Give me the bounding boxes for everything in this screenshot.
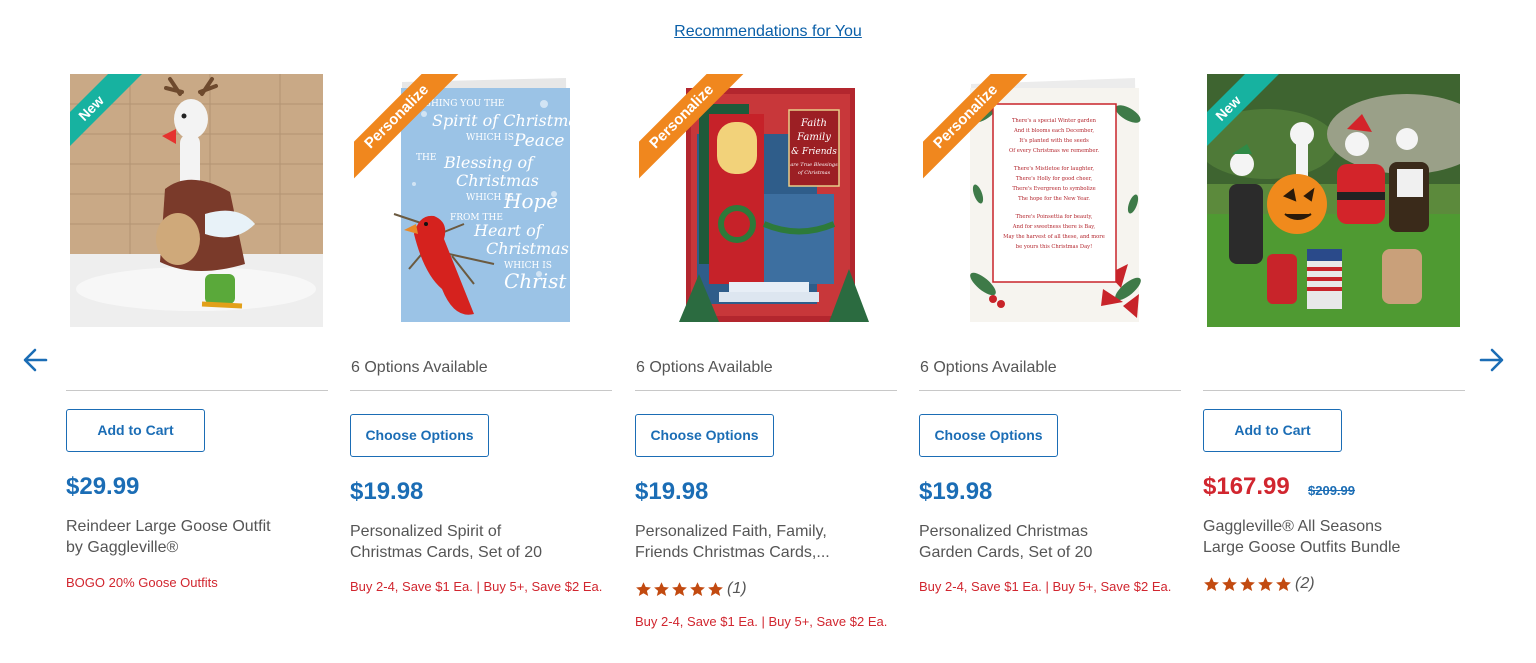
product-card: New Add to Cart $29.99 Reindeer Large Go… xyxy=(66,74,328,659)
product-image: Faith Family & Friends are True Blessing… xyxy=(639,74,892,327)
choose-options-button[interactable]: Choose Options xyxy=(350,414,489,457)
product-sale-price: $167.99 xyxy=(1203,473,1290,500)
promo-text: Buy 2-4, Save $1 Ea. | Buy 5+, Save $2 E… xyxy=(919,579,1172,594)
product-image-link[interactable]: There's a special Winter garden And it b… xyxy=(923,74,1176,327)
svg-text:Christ: Christ xyxy=(504,269,567,293)
product-image-link[interactable]: New xyxy=(1207,74,1460,327)
svg-text:And for sweetness there is Bay: And for sweetness there is Bay, xyxy=(1012,224,1096,230)
promo-text: Buy 2-4, Save $1 Ea. | Buy 5+, Save $2 E… xyxy=(350,579,603,594)
product-name-link[interactable]: Personalized Faith, Family, Friends Chri… xyxy=(635,521,865,563)
star-icon xyxy=(636,581,651,596)
svg-text:It's planted with the seeds: It's planted with the seeds xyxy=(1019,138,1089,144)
star-icon xyxy=(1258,576,1273,591)
divider xyxy=(66,390,328,391)
star-icon xyxy=(654,581,669,596)
svg-text:Peace: Peace xyxy=(513,131,564,151)
svg-text:There's a special Winter garde: There's a special Winter garden xyxy=(1012,118,1097,124)
svg-text:THE: THE xyxy=(416,153,436,163)
product-image: There's a special Winter garden And it b… xyxy=(923,74,1176,327)
product-original-price: $209.99 xyxy=(1308,483,1355,498)
product-rating[interactable]: (1) xyxy=(635,579,747,599)
star-rating xyxy=(1203,576,1292,593)
product-price: $29.99 xyxy=(66,473,140,500)
svg-text:are True Blessings: are True Blessings xyxy=(790,162,838,168)
product-image-link[interactable]: WISHING YOU THE Spirit of Christmas WHIC… xyxy=(354,74,607,327)
star-icon xyxy=(1222,576,1237,591)
product-card: Faith Family & Friends are True Blessing… xyxy=(635,74,897,659)
svg-text:Christmas: Christmas xyxy=(486,239,569,258)
star-icon xyxy=(1276,576,1291,591)
recommendations-title[interactable]: Recommendations for You xyxy=(0,23,1536,41)
choose-options-button[interactable]: Choose Options xyxy=(919,414,1058,457)
product-price: $19.98 xyxy=(635,478,709,505)
arrow-right-icon xyxy=(1479,348,1504,372)
svg-text:There's Poinsettia for beauty,: There's Poinsettia for beauty, xyxy=(1016,214,1093,220)
options-available-text: 6 Options Available xyxy=(920,359,1057,376)
svg-text:Of every Christmas we remember: Of every Christmas we remember. xyxy=(1009,148,1099,154)
product-image xyxy=(70,74,323,327)
product-card: WISHING YOU THE Spirit of Christmas WHIC… xyxy=(350,74,612,659)
product-price: $19.98 xyxy=(919,478,993,505)
product-image-link[interactable]: New xyxy=(70,74,323,327)
promo-text: Buy 2-4, Save $1 Ea. | Buy 5+, Save $2 E… xyxy=(635,614,888,629)
svg-text:Faith: Faith xyxy=(800,118,827,129)
svg-text:And it blooms each December,: And it blooms each December, xyxy=(1013,128,1094,134)
add-to-cart-button[interactable]: Add to Cart xyxy=(66,409,205,452)
product-name-link[interactable]: Reindeer Large Goose Outfit by Gagglevil… xyxy=(66,516,281,558)
svg-text:WISHING YOU THE: WISHING YOU THE xyxy=(412,99,505,109)
star-rating xyxy=(635,581,724,598)
product-card: New Add to Cart $167.99 $209.99 Gagglevi… xyxy=(1203,74,1465,659)
choose-options-button[interactable]: Choose Options xyxy=(635,414,774,457)
svg-text:May the harvest of all these,: May the harvest of all these, and more xyxy=(1003,234,1105,240)
divider xyxy=(635,390,897,391)
product-name-link[interactable]: Personalized Spirit of Christmas Cards, … xyxy=(350,521,555,563)
star-icon xyxy=(1204,576,1219,591)
options-available-text: 6 Options Available xyxy=(636,359,773,376)
svg-text:Spirit of Christmas: Spirit of Christmas xyxy=(432,111,586,130)
product-image-link[interactable]: Faith Family & Friends are True Blessing… xyxy=(639,74,892,327)
carousel-next-button[interactable] xyxy=(1479,347,1505,373)
add-to-cart-button[interactable]: Add to Cart xyxy=(1203,409,1342,452)
svg-text:The hope for the New Year.: The hope for the New Year. xyxy=(1018,196,1090,202)
svg-text:& Friends: & Friends xyxy=(791,147,837,157)
divider xyxy=(919,390,1181,391)
star-icon xyxy=(690,581,705,596)
svg-text:be yours this Christmas Day!: be yours this Christmas Day! xyxy=(1016,244,1092,250)
carousel-prev-button[interactable] xyxy=(22,347,48,373)
product-card: There's a special Winter garden And it b… xyxy=(919,74,1181,659)
star-icon xyxy=(708,581,723,596)
svg-text:There's Mistletoe for laughter: There's Mistletoe for laughter, xyxy=(1014,166,1095,172)
svg-text:Blessing of: Blessing of xyxy=(443,153,536,172)
product-rating[interactable]: (2) xyxy=(1203,574,1315,594)
product-name-link[interactable]: Personalized Christmas Garden Cards, Set… xyxy=(919,521,1124,563)
svg-text:Christmas: Christmas xyxy=(456,171,539,190)
rating-count: (1) xyxy=(727,580,747,597)
star-icon xyxy=(672,581,687,596)
svg-text:Family: Family xyxy=(796,132,831,143)
divider xyxy=(350,390,612,391)
divider xyxy=(1203,390,1465,391)
svg-text:There's Evergreen to symbolize: There's Evergreen to symbolize xyxy=(1012,186,1095,192)
product-price: $19.98 xyxy=(350,478,424,505)
product-image: WISHING YOU THE Spirit of Christmas WHIC… xyxy=(354,74,607,327)
promo-text: BOGO 20% Goose Outfits xyxy=(66,575,218,590)
star-icon xyxy=(1240,576,1255,591)
svg-text:Heart of: Heart of xyxy=(473,221,545,240)
product-image xyxy=(1207,74,1460,327)
rating-count: (2) xyxy=(1295,575,1315,592)
options-available-text: 6 Options Available xyxy=(351,359,488,376)
arrow-left-icon xyxy=(23,348,48,372)
svg-text:There's Holly for good cheer,: There's Holly for good cheer, xyxy=(1016,176,1093,182)
svg-text:WHICH IS: WHICH IS xyxy=(466,133,514,143)
svg-text:Hope: Hope xyxy=(503,189,558,213)
product-name-link[interactable]: Gaggleville® All Seasons Large Goose Out… xyxy=(1203,516,1418,558)
svg-text:of Christmas: of Christmas xyxy=(798,170,831,176)
